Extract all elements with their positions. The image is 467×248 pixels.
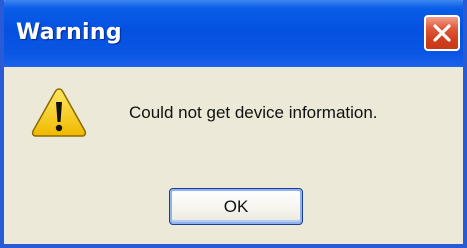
- warning-icon: [31, 88, 87, 137]
- window-title: Warning: [16, 20, 122, 45]
- close-button[interactable]: [424, 15, 460, 51]
- title-bar[interactable]: Warning: [4, 0, 463, 67]
- dialog-content: Could not get device information. OK: [4, 67, 463, 244]
- warning-dialog: Warning Could not get device information…: [0, 0, 467, 248]
- ok-button[interactable]: OK: [169, 188, 303, 225]
- dialog-message: Could not get device information.: [129, 103, 378, 122]
- close-icon: [433, 24, 451, 42]
